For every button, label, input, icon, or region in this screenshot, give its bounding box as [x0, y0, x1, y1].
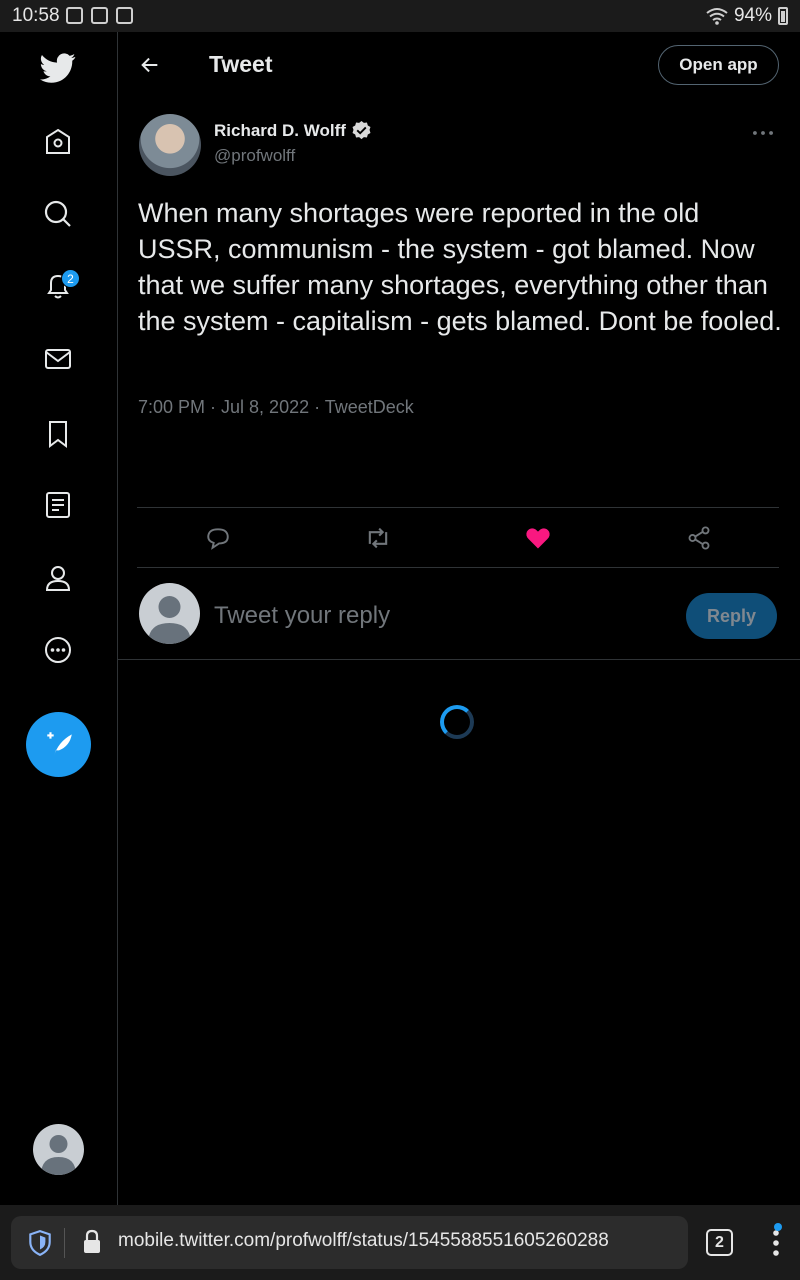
- more-circle-icon: [45, 637, 71, 663]
- sidebar-item-profile[interactable]: [34, 554, 82, 602]
- reply-divider: [118, 659, 800, 660]
- sidebar-item-notifications[interactable]: 2: [34, 262, 82, 310]
- address-bar[interactable]: mobile.twitter.com/profwolff/status/1545…: [11, 1216, 688, 1269]
- tweet-text: When many shortages were reported in the…: [138, 198, 782, 336]
- header: Tweet Open app: [118, 32, 800, 98]
- sidebar-item-messages[interactable]: [34, 335, 82, 383]
- status-notification-icons: [66, 7, 133, 24]
- sidebar-item-more[interactable]: [34, 626, 82, 674]
- battery-icon: [778, 7, 788, 25]
- battery-percent: 94%: [733, 5, 772, 26]
- reply-avatar: [139, 583, 200, 644]
- retweet-icon: [368, 527, 388, 549]
- tweet-actions-bar: [137, 507, 779, 568]
- browser-toolbar: mobile.twitter.com/profwolff/status/1545…: [0, 1205, 800, 1280]
- loading-spinner: [440, 705, 474, 739]
- like-action-button[interactable]: [523, 523, 553, 553]
- heart-filled-icon: [526, 528, 550, 549]
- wifi-icon: [706, 8, 728, 25]
- author-name[interactable]: Richard D. Wolff: [214, 121, 346, 141]
- retweet-action-button[interactable]: [363, 523, 393, 553]
- checkbox-icon: [116, 7, 133, 24]
- list-icon: [46, 492, 70, 518]
- shield-icon[interactable]: [27, 1229, 53, 1257]
- compose-tweet-button[interactable]: [26, 712, 91, 777]
- address-separator: [64, 1228, 65, 1258]
- reply-action-button[interactable]: [203, 523, 233, 553]
- bookmark-icon: [49, 421, 67, 448]
- author-avatar[interactable]: [139, 114, 201, 176]
- feather-plus-icon: [46, 731, 72, 757]
- sidebar-item-explore[interactable]: [34, 190, 82, 238]
- browser-menu-button[interactable]: [766, 1223, 786, 1259]
- notification-badge: 2: [61, 269, 80, 288]
- author-name-row[interactable]: Richard D. Wolff: [214, 120, 372, 141]
- share-icon: [688, 526, 710, 550]
- sidebar-item-bookmarks[interactable]: [34, 410, 82, 458]
- profile-icon: [45, 566, 71, 591]
- sidebar-item-home[interactable]: [34, 118, 82, 166]
- tweet-timestamp[interactable]: 7:00 PM · Jul 8, 2022 · TweetDeck: [138, 397, 414, 418]
- update-indicator-dot: [774, 1223, 782, 1231]
- sidebar: 2: [0, 32, 118, 1205]
- more-horizontal-icon: [753, 131, 773, 135]
- reply-submit-button[interactable]: Reply: [686, 593, 777, 639]
- reply-input[interactable]: [214, 598, 664, 634]
- bird-icon: [40, 53, 76, 83]
- page-title: Tweet: [209, 51, 273, 77]
- mail-icon: [45, 349, 71, 369]
- outlook-icon: [66, 7, 83, 24]
- lock-icon[interactable]: [80, 1229, 104, 1255]
- status-bar: 10:58 94%: [0, 0, 800, 32]
- status-time: 10:58: [12, 5, 60, 26]
- tweet-more-options-button[interactable]: [752, 120, 782, 140]
- arrow-left-icon: [141, 57, 158, 73]
- camera-icon: [91, 7, 108, 24]
- twitter-logo-icon[interactable]: [34, 44, 82, 92]
- verified-badge-icon: [352, 120, 371, 140]
- default-avatar-icon: [41, 1135, 76, 1175]
- default-avatar-icon: [148, 596, 191, 644]
- home-icon: [46, 128, 70, 154]
- url-text[interactable]: mobile.twitter.com/profwolff/status/1545…: [118, 1230, 609, 1252]
- account-avatar[interactable]: [33, 1124, 84, 1175]
- back-button[interactable]: [134, 49, 166, 81]
- main-column: Tweet Open app Richard D. Wolff @profwol…: [118, 32, 800, 1205]
- comment-icon: [207, 528, 229, 550]
- sidebar-item-lists[interactable]: [34, 481, 82, 529]
- more-vertical-icon: [773, 1230, 779, 1256]
- share-action-button[interactable]: [684, 523, 714, 553]
- status-right: 94%: [706, 5, 788, 27]
- open-app-button[interactable]: Open app: [658, 45, 779, 85]
- search-icon: [44, 200, 71, 227]
- author-handle[interactable]: @profwolff: [214, 146, 295, 166]
- tab-switcher-button[interactable]: 2: [706, 1229, 733, 1256]
